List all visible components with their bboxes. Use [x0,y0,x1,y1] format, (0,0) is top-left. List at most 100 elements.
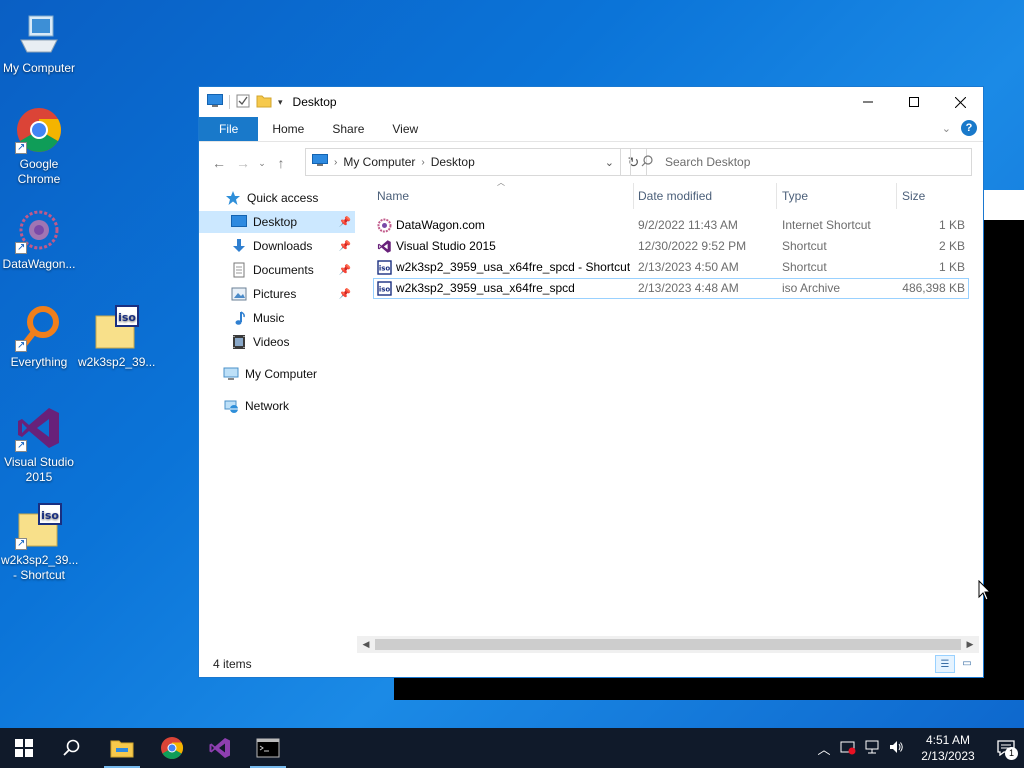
address-bar[interactable]: › My Computer › Desktop ⌄ [305,148,621,176]
scrollbar-thumb[interactable] [375,639,961,650]
desktop-icon-visual-studio[interactable]: Visual Studio 2015 [1,404,77,485]
file-type: Shortcut [782,239,827,253]
file-row[interactable]: DataWagon.com 9/2/2022 11:43 AM Internet… [373,215,969,236]
clock-time: 4:51 AM [925,733,971,747]
chevron-right-icon: › [421,156,425,168]
close-button[interactable] [937,87,983,117]
action-center-button[interactable]: 1 [988,728,1024,768]
maximize-button[interactable] [891,87,937,117]
new-folder-icon[interactable] [256,94,272,111]
file-type: iso Archive [782,281,841,295]
pin-icon[interactable]: 📌 [339,265,351,276]
desktop-icon-label: DataWagon... [2,257,76,271]
network-icon [223,398,239,414]
help-icon[interactable]: ? [961,120,977,136]
tab-share[interactable]: Share [318,117,378,141]
tab-file[interactable]: File [199,117,259,141]
pin-icon[interactable]: 📌 [339,241,351,252]
breadcrumb-my-computer[interactable]: My Computer [343,155,415,169]
svg-text:iso: iso [379,265,391,273]
recent-locations-button[interactable]: ⌄ [255,158,269,169]
desktop-icon-my-computer[interactable]: My Computer [1,10,77,76]
tab-view[interactable]: View [378,117,432,141]
up-button[interactable]: ↑ [269,155,293,171]
file-type: Internet Shortcut [782,218,871,232]
file-date: 9/2/2022 11:43 AM [638,218,738,232]
desktop-icon-label: Everything [10,355,68,369]
taskbar-chrome[interactable] [148,728,196,768]
column-header-size[interactable]: Size [902,183,962,209]
desktop-icon-label: w2k3sp2_39... - Shortcut [1,553,79,582]
visual-studio-icon [15,404,63,453]
desktop-icon-google-chrome[interactable]: Google Chrome [1,106,77,187]
nav-item-desktop[interactable]: Desktop 📌 [199,211,355,233]
nav-item-downloads[interactable]: Downloads 📌 [231,235,355,257]
download-icon [231,238,247,254]
taskbar-visual-studio[interactable] [196,728,244,768]
volume-icon[interactable] [884,739,908,758]
everything-icon [15,304,63,353]
window-title: Desktop [292,95,337,109]
desktop-icon-iso[interactable]: iso w2k3sp2_39... [78,304,155,370]
file-date: 12/30/2022 9:52 PM [638,239,747,253]
nav-label: Music [253,311,285,325]
breadcrumb-desktop[interactable]: Desktop [431,155,475,169]
address-dropdown-icon[interactable]: ⌄ [605,156,614,169]
desktop-icon-iso-shortcut[interactable]: iso w2k3sp2_39... - Shortcut [1,502,79,583]
taskbar: ︿ 4:51 AM 2/13/2023 1 [0,728,1024,768]
nav-label: Pictures [253,287,297,301]
visual-studio-icon [377,239,392,254]
scroll-right-icon[interactable]: ▶ [961,636,979,653]
expand-ribbon-icon[interactable]: ⌄ [942,122,951,135]
taskbar-command-prompt[interactable] [244,728,292,768]
star-icon [225,190,241,206]
pin-icon[interactable]: 📌 [339,289,351,300]
nav-quick-access[interactable]: Quick access [225,187,318,209]
file-size: 2 KB [938,239,965,253]
nav-my-computer[interactable]: My Computer [223,363,317,385]
desktop-icon-everything[interactable]: Everything [1,304,77,370]
properties-icon[interactable] [236,94,250,111]
search-input[interactable] [663,154,947,170]
tab-home[interactable]: Home [258,117,318,141]
nav-item-pictures[interactable]: Pictures 📌 [231,283,355,305]
explorer-body: Quick access Desktop 📌 Downloads 📌 Docum… [199,178,983,653]
column-header-date[interactable]: Date modified [638,183,777,209]
network-icon[interactable] [860,739,884,758]
nav-network[interactable]: Network [223,395,289,417]
nav-item-music[interactable]: Music [231,307,284,329]
desktop-icon-datawagon[interactable]: DataWagon... [1,206,77,272]
file-explorer-window[interactable]: ▾ Desktop File Home Share View ⌄ ? ← → ⌄… [198,86,984,678]
column-header-type[interactable]: Type [782,183,897,209]
monitor-icon [15,10,63,58]
minimize-button[interactable] [845,87,891,117]
file-size: 1 KB [938,218,965,232]
svg-text:iso: iso [41,509,59,522]
file-row[interactable]: iso w2k3sp2_3959_usa_x64fre_spcd - Short… [373,257,969,278]
file-type: Shortcut [782,260,827,274]
desktop-icon-label: Visual Studio 2015 [4,455,74,484]
file-row[interactable]: Visual Studio 2015 12/30/2022 9:52 PM Sh… [373,236,969,257]
music-icon [231,310,247,326]
scroll-left-icon[interactable]: ◀ [357,636,375,653]
horizontal-scrollbar[interactable]: ◀ ▶ [357,636,979,653]
back-button[interactable]: ← [207,155,231,171]
clock[interactable]: 4:51 AM 2/13/2023 [908,732,988,764]
nav-item-documents[interactable]: Documents 📌 [231,259,355,281]
details-view-icon[interactable]: ☰ [935,655,955,673]
search-button[interactable] [48,728,96,768]
start-button[interactable] [0,728,48,768]
large-icons-view-icon[interactable]: ▭ [957,655,977,673]
ribbon-tabs: File Home Share View ⌄ ? [199,117,983,142]
search-box[interactable] [630,148,972,176]
nav-item-videos[interactable]: Videos [231,331,289,353]
title-bar[interactable]: ▾ Desktop [199,87,983,117]
pin-icon[interactable]: 📌 [339,217,351,228]
forward-button[interactable]: → [231,155,255,171]
show-hidden-icons-icon[interactable]: ︿ [812,739,836,758]
column-header-name[interactable]: Name [377,183,634,209]
taskbar-file-explorer[interactable] [98,728,146,768]
security-alert-icon[interactable] [836,739,860,758]
customize-toolbar-icon[interactable]: ▾ [278,97,283,108]
file-row-selected[interactable]: iso w2k3sp2_3959_usa_x64fre_spcd 2/13/20… [373,278,969,299]
